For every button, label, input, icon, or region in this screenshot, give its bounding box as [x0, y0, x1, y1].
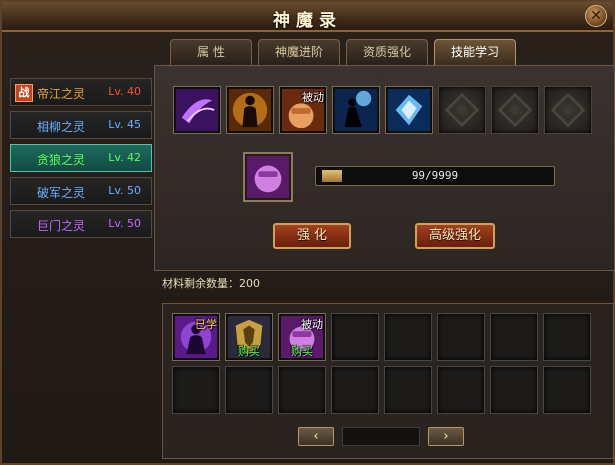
skill-slot-6-locked[interactable]: [438, 86, 486, 134]
shadow-figure-icon: [335, 89, 377, 131]
skill-slot-3[interactable]: 被动: [279, 86, 327, 134]
skill-slot-2[interactable]: [226, 86, 274, 134]
locked-slot-icon: [550, 92, 586, 128]
spirit-level: Lv. 40: [108, 85, 141, 98]
inventory-slot-empty[interactable]: [437, 366, 485, 414]
title-bar: 神魔录 ✕: [2, 2, 613, 32]
inventory-slot-empty[interactable]: [331, 366, 379, 414]
spirit-name: 贪狼之灵: [37, 153, 86, 167]
passive-tag: 被动: [301, 318, 323, 331]
spirit-item-dijiang[interactable]: 战 帝江之灵 Lv. 40: [10, 78, 152, 106]
spirit-level: Lv. 42: [108, 151, 141, 164]
purple-slash-icon: [176, 89, 218, 131]
skill-slot-4[interactable]: [332, 86, 380, 134]
inventory-slot-empty[interactable]: [278, 366, 326, 414]
buy-tag: 购买: [238, 345, 260, 358]
prev-page-button[interactable]: ‹: [298, 427, 334, 446]
progress-text: 99/9999: [411, 169, 459, 182]
page-indicator: [342, 427, 420, 446]
passive-tag: 被动: [302, 91, 324, 104]
skill-slot-1[interactable]: [173, 86, 221, 134]
spirit-list: 战 帝江之灵 Lv. 40 相柳之灵 Lv. 45 贪狼之灵 Lv. 42 破军…: [10, 78, 152, 240]
inventory-slot-3[interactable]: 被动 购买: [278, 313, 326, 361]
tab-advancement[interactable]: 神魔进阶: [258, 39, 340, 65]
close-button[interactable]: ✕: [585, 5, 607, 27]
skill-slot-7-locked[interactable]: [491, 86, 539, 134]
inventory-slot-empty[interactable]: [543, 366, 591, 414]
inventory-slot-1[interactable]: 已学: [172, 313, 220, 361]
skill-slot-8-locked[interactable]: [544, 86, 592, 134]
skill-panel: 被动 99/9999 强 化 高级强化: [154, 65, 615, 271]
selected-skill-slot[interactable]: [243, 152, 293, 202]
spirit-level: Lv. 50: [108, 184, 141, 197]
spirit-level: Lv. 45: [108, 118, 141, 131]
inventory-slot-empty[interactable]: [172, 366, 220, 414]
spirit-name: 相柳之灵: [37, 120, 86, 134]
enhance-button[interactable]: 强 化: [273, 223, 351, 249]
window-title: 神魔录: [273, 11, 342, 31]
spirit-name: 破军之灵: [37, 186, 86, 200]
inventory-slot-empty[interactable]: [437, 313, 485, 361]
inventory-slot-empty[interactable]: [384, 366, 432, 414]
inventory-slot-empty[interactable]: [384, 313, 432, 361]
tab-skill-learning[interactable]: 技能学习: [434, 39, 516, 65]
spirit-name: 巨门之灵: [37, 219, 86, 233]
learned-tag: 已学: [195, 318, 217, 331]
battle-badge: 战: [15, 84, 33, 102]
skill-slot-5[interactable]: [385, 86, 433, 134]
materials-remaining: 材料剩余数量：200: [162, 277, 260, 290]
golden-figure-icon: [229, 89, 271, 131]
purple-fist-icon: [247, 156, 289, 198]
locked-slot-icon: [444, 92, 480, 128]
spirit-item-pojun[interactable]: 破军之灵 Lv. 50: [10, 177, 152, 205]
inventory-slot-empty[interactable]: [331, 313, 379, 361]
spirit-name: 帝江之灵: [37, 87, 86, 101]
inventory-slot-empty[interactable]: [543, 313, 591, 361]
buy-tag: 购买: [291, 345, 313, 358]
inventory-slot-empty[interactable]: [225, 366, 273, 414]
enhance-progress-bar: 99/9999: [315, 166, 555, 186]
shenmolu-window: 神魔录 ✕ 属 性 神魔进阶 资质强化 技能学习 战 帝江之灵 Lv. 40 相…: [0, 0, 615, 465]
spirit-item-tanlang[interactable]: 贪狼之灵 Lv. 42: [10, 144, 152, 172]
locked-slot-icon: [497, 92, 533, 128]
spirit-item-jumen[interactable]: 巨门之灵 Lv. 50: [10, 210, 152, 238]
next-page-button[interactable]: ›: [428, 427, 464, 446]
ice-crystal-icon: [388, 89, 430, 131]
inventory-slot-empty[interactable]: [490, 366, 538, 414]
inventory-slot-empty[interactable]: [490, 313, 538, 361]
advanced-enhance-button[interactable]: 高级强化: [415, 223, 495, 249]
inventory-slot-2[interactable]: 购买: [225, 313, 273, 361]
spirit-item-xiangliu[interactable]: 相柳之灵 Lv. 45: [10, 111, 152, 139]
spirit-level: Lv. 50: [108, 217, 141, 230]
tab-attributes[interactable]: 属 性: [170, 39, 252, 65]
tab-aptitude[interactable]: 资质强化: [346, 39, 428, 65]
